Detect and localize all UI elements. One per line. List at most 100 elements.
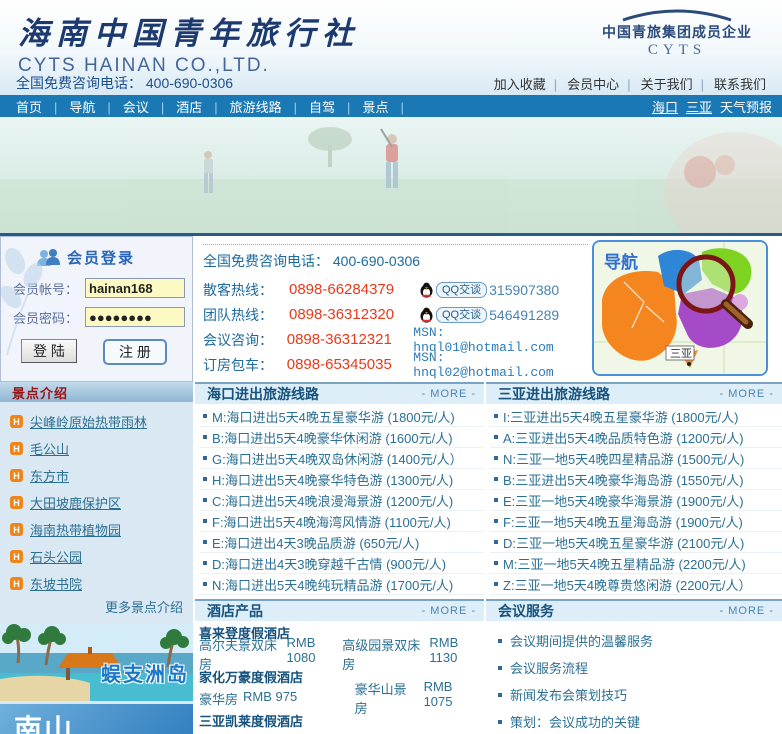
nav-item[interactable]: 自驾 [303,97,356,116]
scenic-item[interactable]: H 东坡书院 [10,570,193,597]
h-badge-icon: H [10,550,23,563]
route-item[interactable]: N:三亚一地5天4晚四星精品游 (1500元/人) [490,448,782,469]
scenic-item[interactable]: H 海南热带植物园 [10,516,193,543]
group-logo-cyts: CYTS [647,42,707,58]
scenic-item-label: 东坡书院 [30,577,83,592]
hotels-title: 酒店产品 [207,603,263,619]
meeting-service-label: 会议期间提供的温馨服务 [510,634,654,649]
sanya-routes-title: 三亚进出旅游线路 [498,386,611,402]
hotline-number: 0898-36312320 [289,306,395,323]
qq-chat-label: QQ交谈 [436,306,488,323]
weather-link-haikou[interactable]: 海口 [652,97,678,116]
hotels-header: 酒店产品 - MORE - [195,599,485,621]
haikou-routes-more-link[interactable]: - MORE - [422,388,476,400]
qq-chat-label: QQ交谈 [436,281,488,298]
nanshan-photo-label: 南山 [14,714,75,734]
nav-item[interactable]: 景点 [356,97,409,116]
wuzhizhou-island-photo[interactable]: 蜈支洲岛 [0,623,193,701]
weather-link-sanya[interactable]: 三亚 [686,97,712,116]
h-badge-icon: H [10,415,23,428]
hotline-number: 0898-65345035 [286,356,392,373]
bullet-icon [494,582,499,586]
route-item-label: M:海口进出5天4晚五星豪华游 (1800元/人) [212,409,455,425]
route-item[interactable]: B:海口进出5天4晚豪华休闲游 (1600元/人) [199,427,485,448]
bullet-icon [498,665,503,670]
meetings-title: 会议服务 [498,603,555,619]
hotels-more-link[interactable]: - MORE - [422,605,476,617]
hotline-label: 团队热线： [203,306,273,323]
nav-item-label: 酒店 [176,99,203,115]
route-item[interactable]: G:海口进出5天4晚双岛休闲游 (1400元/人） [199,448,485,469]
route-item[interactable]: B:三亚进出5天4晚豪华海岛游 (1550元/人) [490,469,782,490]
route-item[interactable]: H:海口进出5天4晚豪华特色游 (1300元/人) [199,469,485,490]
nav-item[interactable]: 会议 [117,97,170,116]
hotline-row: 订房包车： 0898-65345035 MSN: hnql02@hotmail.… [203,349,588,380]
route-item[interactable]: M:三亚一地5天4晚五星精品游 (2200元/人) [490,553,782,574]
weather-links: 海口 三亚 天气预报 [652,97,772,116]
route-item-label: E:海口进出4天3晚品质游 (650元/人) [212,535,420,551]
nav-item[interactable]: 首页 [10,97,63,116]
meeting-service-item[interactable]: 会议期间提供的温馨服务 [494,627,782,654]
meeting-service-item[interactable]: 新闻发布会策划技巧 [494,681,782,708]
route-item-label: B:海口进出5天4晚豪华休闲游 (1600元/人) [212,430,453,446]
quick-link[interactable]: 关于我们 [623,74,696,93]
sanya-routes-more-link[interactable]: - MORE - [720,388,774,400]
route-item[interactable]: F:三亚一地5天4晚五星海岛游 (1900元/人) [490,511,782,532]
sidebar-column: 景点介绍 H 尖峰岭原始热带雨林 H 毛公山 H 东方市 H 大田坡鹿保护区 H… [0,382,193,734]
scenic-item[interactable]: H 尖峰岭原始热带雨林 [10,408,193,435]
main-columns: 景点介绍 H 尖峰岭原始热带雨林 H 毛公山 H 东方市 H 大田坡鹿保护区 H… [0,382,782,734]
header-bottom-row: 全国免费咨询电话： 400-690-0306 加入收藏 会员中心 关于我们 联系… [0,71,782,95]
nav-item[interactable]: 导航 [63,97,116,116]
scenic-item[interactable]: H 毛公山 [10,435,193,462]
haikou-routes-header: 海口进出旅游线路 - MORE - [195,382,485,404]
meetings-more-link[interactable]: - MORE - [720,605,774,617]
qq-chat-button[interactable]: QQ交谈 546491289 [419,306,559,323]
msn-contact: MSN: hnql02@hotmail.com [413,349,554,380]
route-item[interactable]: I:三亚进出5天4晚五星豪华游 (1800元/人) [490,406,782,427]
hotline-number: 0898-36312321 [286,331,392,348]
route-item-label: B:三亚进出5天4晚豪华海岛游 (1550元/人) [503,472,744,488]
quick-link[interactable]: 加入收藏 [490,74,550,93]
bullet-icon [494,477,499,481]
route-item[interactable]: C:海口进出5天4晚浪漫海景游 (1200元/人) [199,490,485,511]
password-input[interactable] [85,307,185,327]
quick-link[interactable]: 会员中心 [550,74,623,93]
route-item[interactable]: Z:三亚一地5天4晚尊贵悠闲游 (2200元/人） [490,574,782,595]
route-item[interactable]: D:海口进出4天3晚穿越千古情 (900元/人) [199,553,485,574]
free-hotline: 全国免费咨询电话： 400-690-0306 [203,253,421,269]
hotel-list: 喜来登度假酒店 高尔夫景双床房 RMB 1080 高级园景双床房 RMB 113… [195,621,484,734]
route-item[interactable]: D:三亚一地5天4晚五星豪华游 (2100元/人) [490,532,782,553]
svg-text:三亚: 三亚 [670,348,692,360]
main-nav: 首页 导航 会议 酒店 旅游线路 自驾 景点 海口 三亚 天气预报 [0,95,782,117]
bullet-icon [494,498,499,502]
hotline-label: 散客热线： [203,281,273,298]
page: 海南中国青年旅行社 CYTS HAINAN CO.,LTD. 中国青旅集团成员企… [0,0,782,734]
meeting-service-item[interactable]: 策划：会议成功的关键 [494,708,782,734]
hainan-map-nav[interactable]: 三亚 导航 [592,240,768,376]
quick-link-label: 会员中心 [567,76,620,92]
nav-item-label: 旅游线路 [229,99,282,115]
meeting-service-item[interactable]: 会议服务流程 [494,654,782,681]
route-item[interactable]: A:三亚进出5天4晚品质特色游 (1200元/人) [490,427,782,448]
route-item[interactable]: E:三亚一地5天4晚豪华海景游 (1900元/人) [490,490,782,511]
nav-item[interactable]: 酒店 [170,97,223,116]
route-item[interactable]: M:海口进出5天4晚五星豪华游 (1800元/人) [199,406,485,427]
nav-item[interactable]: 旅游线路 [224,97,303,116]
h-badge-icon: H [10,496,23,509]
route-item[interactable]: E:海口进出4天3晚品质游 (650元/人) [199,532,485,553]
register-button[interactable]: 注 册 [103,339,167,365]
scenic-more-link[interactable]: 更多景点介绍 [0,597,193,615]
route-item[interactable]: F:海口进出5天4晚海湾风情游 (1100元/人) [199,511,485,532]
quick-link[interactable]: 联系我们 [697,74,770,93]
hotline-number: 0898-66284379 [289,281,395,298]
island-photo-label: 蜈支洲岛 [101,664,189,686]
route-item[interactable]: N:海口进出5天4晚纯玩精品游 (1700元/人) [199,574,485,595]
account-input[interactable] [85,278,185,298]
qq-chat-button[interactable]: QQ交谈 315907380 [419,281,559,298]
route-item-label: N:三亚一地5天4晚四星精品游 (1500元/人) [503,451,745,467]
scenic-item[interactable]: H 石头公园 [10,543,193,570]
scenic-item-label: 尖峰岭原始热带雨林 [30,415,148,430]
nanshan-photo[interactable]: 南山 [0,704,193,734]
scenic-item[interactable]: H 东方市 [10,462,193,489]
scenic-item[interactable]: H 大田坡鹿保护区 [10,489,193,516]
